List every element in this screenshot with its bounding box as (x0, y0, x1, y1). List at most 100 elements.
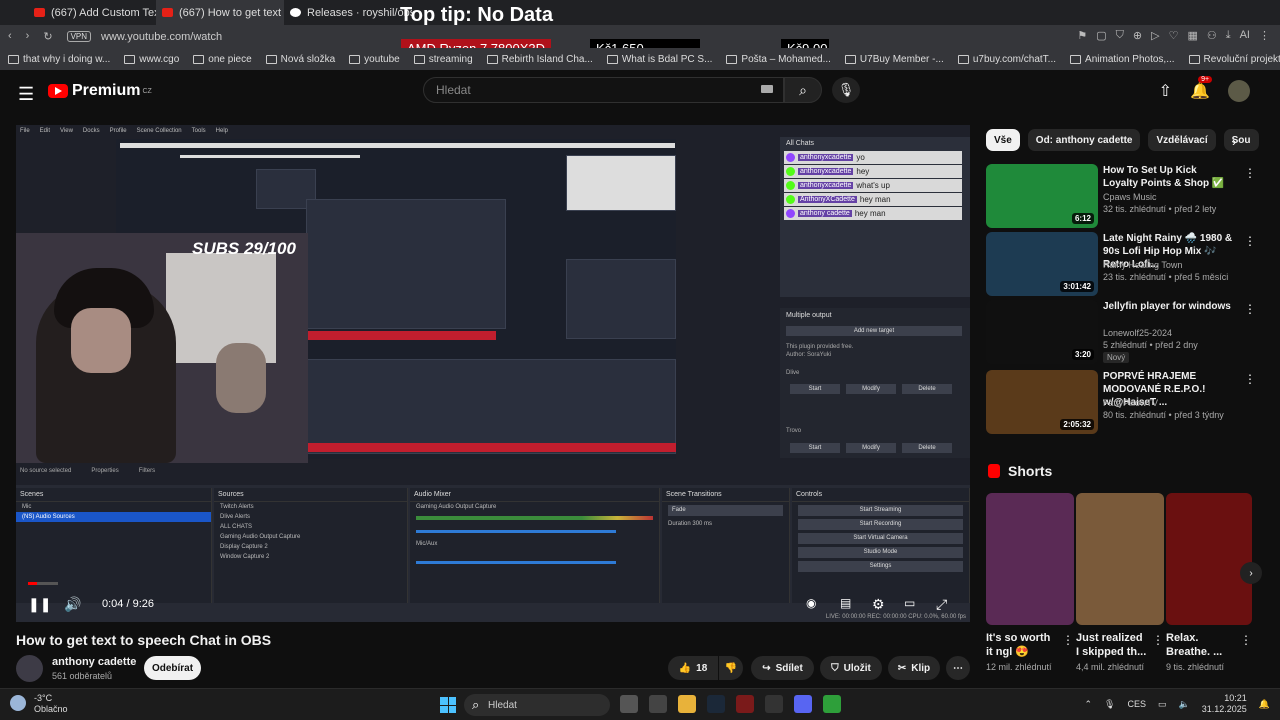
bookmark-item[interactable]: www.cgo (124, 54, 179, 65)
recommendation-card[interactable]: 3:20 Jellyfin player for windows Lonewolf2… (986, 300, 1256, 364)
short-card[interactable]: Just realized I skipped th... 4,4 mil. zh… (1076, 493, 1164, 673)
steam-icon[interactable] (707, 695, 725, 713)
extension-icon[interactable]: ▦ (1187, 29, 1197, 42)
screenshot-icon[interactable]: ▢ (1096, 29, 1106, 42)
clip-button[interactable]: ✂ Klip (888, 656, 940, 680)
more-options-icon[interactable]: ⋮ (1244, 302, 1256, 316)
save-button[interactable]: ⛉ Uložit (820, 656, 882, 680)
youtube-logo[interactable]: Premium CZ (48, 82, 152, 100)
player-icon[interactable]: ▷ (1151, 29, 1159, 42)
recommendation-channel[interactable]: FattyPillowTV (1103, 398, 1158, 408)
chevron-right-icon[interactable]: › (1232, 134, 1236, 149)
more-options-icon[interactable]: ⋮ (1244, 234, 1256, 248)
bookmark-item[interactable]: streaming (414, 54, 473, 65)
filter-chip[interactable]: Sou (1223, 129, 1259, 151)
browser-tab[interactable]: (667) Add Custom Text-To (28, 0, 156, 25)
extension-icon[interactable]: ⊕ (1133, 29, 1142, 42)
bookmark-item[interactable]: Animation Photos,... (1070, 54, 1175, 65)
more-options-icon[interactable]: ⋮ (1244, 166, 1256, 180)
short-thumbnail[interactable] (1076, 493, 1164, 625)
bookmark-item[interactable]: one piece (193, 54, 251, 65)
filter-chip[interactable]: Vše (986, 129, 1020, 151)
short-thumbnail[interactable] (986, 493, 1074, 625)
opera-gx-icon[interactable] (736, 695, 754, 713)
recommendation-channel[interactable]: Rainy Healing Town (1103, 260, 1182, 270)
shorts-next-button[interactable]: › (1240, 562, 1262, 584)
bookmark-item[interactable]: u7buy.com/chatT... (958, 54, 1056, 65)
subscribe-button[interactable]: Odebírat (144, 656, 201, 680)
channel-avatar[interactable] (16, 655, 43, 682)
bookmark-item[interactable]: Nová složka (266, 54, 335, 65)
account-avatar[interactable] (1228, 80, 1250, 102)
filter-chip[interactable]: Od: anthony cadette (1027, 129, 1141, 151)
url-field[interactable]: www.youtube.com/watch (101, 31, 222, 43)
video-thumbnail[interactable]: 3:01:42 (986, 232, 1098, 296)
file-explorer-icon[interactable] (678, 695, 696, 713)
bookmark-item[interactable]: Revoluční projekto... (1189, 54, 1280, 65)
notification-icon[interactable]: 🔔 (1259, 699, 1270, 710)
settings-icon[interactable]: ⚙ (872, 596, 885, 613)
more-options-icon[interactable]: ⋮ (1062, 633, 1074, 647)
windows-start-icon[interactable] (440, 697, 456, 713)
recommendation-title[interactable]: Jellyfin player for windows (1103, 300, 1233, 313)
ai-icon[interactable]: AI (1240, 29, 1250, 42)
video-player[interactable]: File Edit View Docks Profile Scene Collection… (16, 125, 970, 622)
notifications-button[interactable]: 🔔 9+ (1190, 76, 1213, 101)
mic-icon[interactable]: 🎙 (1104, 699, 1115, 710)
channel-name[interactable]: anthony cadette (52, 656, 136, 668)
video-thumbnail[interactable]: 6:12 (986, 164, 1098, 228)
volume-icon[interactable]: 🔊 (64, 596, 81, 613)
autoplay-toggle-icon[interactable]: ◉ (806, 596, 816, 610)
task-view-icon[interactable] (620, 695, 638, 713)
keyboard-icon[interactable] (761, 85, 773, 93)
search-button[interactable]: ⌕ (784, 77, 822, 103)
recommendation-channel[interactable]: Cpaws Music (1103, 192, 1157, 202)
progress-bar[interactable] (28, 582, 58, 585)
share-button[interactable]: ↪ Sdílet (751, 656, 814, 680)
video-thumbnail[interactable]: 2:05:32 (986, 370, 1098, 434)
bookmark-item[interactable]: that why i doing w... (8, 54, 110, 65)
hamburger-menu-icon[interactable]: ☰ (18, 84, 34, 105)
weather-widget[interactable]: -3°C Oblačno (10, 693, 68, 715)
clock[interactable]: 10:21 31.12.2025 (1202, 693, 1247, 715)
bookmark-item[interactable]: Rebirth Island Cha... (487, 54, 593, 65)
dislike-button[interactable]: 👎 (719, 656, 743, 680)
more-options-icon[interactable]: ⋮ (1240, 633, 1252, 647)
download-icon[interactable]: ⤓ (1226, 29, 1231, 42)
upload-icon[interactable]: ⇧ (1159, 81, 1172, 101)
chevron-up-icon[interactable]: ⌃ (1085, 699, 1093, 710)
more-actions-button[interactable]: ⋯ (946, 656, 970, 680)
recommendation-channel[interactable]: Lonewolf25-2024 (1103, 328, 1172, 338)
browser-tab-active[interactable]: (667) How to get text t (156, 0, 284, 25)
network-icon[interactable]: ▭ (1158, 699, 1167, 710)
bookmark-icon[interactable]: ⚑ (1077, 29, 1087, 42)
more-options-icon[interactable]: ⋮ (1244, 372, 1256, 386)
recommendation-card[interactable]: 6:12 How To Set Up Kick Loyalty Points & … (986, 164, 1256, 228)
volume-icon[interactable]: 🔈 (1179, 699, 1190, 710)
vpn-badge[interactable]: VPN (66, 31, 92, 42)
video-thumbnail[interactable]: 3:20 (986, 300, 1098, 364)
reload-icon[interactable]: ↻ (43, 30, 52, 43)
short-thumbnail[interactable] (1166, 493, 1252, 625)
fullscreen-icon[interactable]: ⤢ (936, 596, 947, 613)
browser-tab[interactable]: Releases · royshil/obs (284, 0, 412, 25)
discord-icon[interactable] (794, 695, 812, 713)
bookmark-item[interactable]: What is Bdal PC S... (607, 54, 713, 65)
taskbar-search[interactable]: Hledat (464, 694, 610, 716)
heart-icon[interactable]: ♡ (1169, 29, 1179, 42)
language-indicator[interactable]: CES (1127, 699, 1146, 709)
bookmark-item[interactable]: youtube (349, 54, 400, 65)
short-card[interactable]: Relax. Breathe. ... 9 tis. zhlédnutí ⋮ (1166, 493, 1252, 673)
filter-chip[interactable]: Vzdělávací (1148, 129, 1216, 151)
more-options-icon[interactable]: ⋮ (1152, 633, 1164, 647)
bookmark-item[interactable]: U7Buy Member -... (845, 54, 944, 65)
forward-icon[interactable]: › (26, 30, 30, 43)
recommendation-card[interactable]: 3:01:42 Late Night Rainy 🌧️ 1980 & 90s Lo… (986, 232, 1256, 296)
like-button[interactable]: 👍 18 (668, 656, 718, 680)
recommendation-card[interactable]: 2:05:32 POPRVÉ HRAJEME MODOVANÉ R.E.P.O.!… (986, 370, 1256, 434)
pause-icon[interactable]: ❚❚ (28, 596, 51, 613)
short-title[interactable]: Just realized I skipped th... (1076, 631, 1148, 659)
extension-icon[interactable]: ⚇ (1207, 29, 1217, 42)
shield-icon[interactable]: ⛉ (1116, 29, 1124, 42)
menu-icon[interactable]: ⋮ (1259, 29, 1270, 42)
